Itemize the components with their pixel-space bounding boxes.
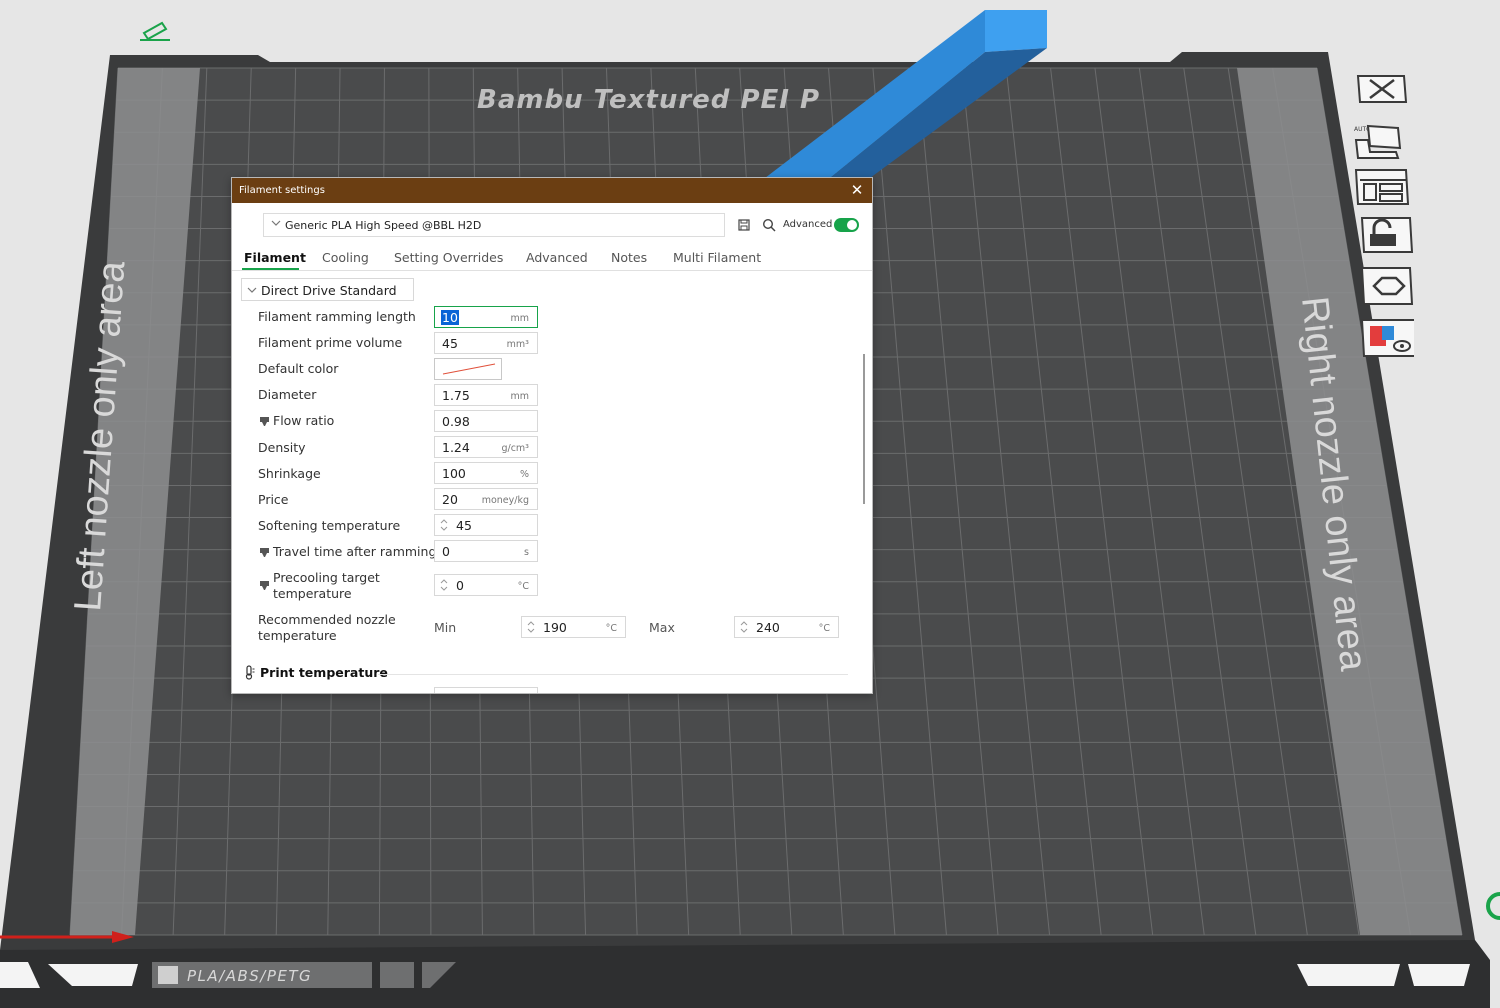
unit-label: °C [605,623,617,634]
spin-arrows-icon[interactable] [440,578,448,592]
dialog-title-bar[interactable]: Filament settings ✕ [232,178,872,203]
extruder-group-label: Direct Drive Standard [261,283,397,298]
unit-label: mm³ [506,339,529,350]
default-color-label: Default color [258,361,339,376]
print-temperature-section-title: Print temperature [260,665,388,680]
tab-notes[interactable]: Notes [611,250,647,265]
shrinkage-label: Shrinkage [258,466,321,481]
density-input[interactable]: 1.24 g/cm³ [434,436,538,458]
nozzle-temp-label-line1: Recommended nozzle [258,612,396,627]
precooling-label-line2: temperature [273,586,352,601]
close-icon[interactable] [1352,72,1414,116]
tab-advanced[interactable]: Advanced [526,250,588,265]
advanced-label: Advanced [783,219,833,230]
plate-name: Bambu Textured PEI P [477,85,820,115]
default-color-swatch[interactable] [434,358,502,380]
nozzle-temp-max-spinner[interactable]: 240 °C [734,616,839,638]
nozzle-temp-label-line2: temperature [258,628,337,643]
max-label: Max [649,620,675,635]
settings-tabs: Filament Cooling Setting Overrides Advan… [232,246,872,271]
advanced-toggle[interactable] [834,218,859,232]
thermometer-icon [245,665,255,680]
softening-temp-value: 45 [456,518,472,533]
filament-settings-dialog: Filament settings ✕ Generic PLA High Spe… [231,177,873,694]
hexagon-icon[interactable] [1352,264,1414,308]
density-value: 1.24 [442,440,470,455]
precooling-temp-value: 0 [456,578,464,593]
unit-label: s [524,547,529,558]
softening-temp-spinner[interactable]: 45 [434,514,538,536]
unit-label: mm [510,313,529,324]
svg-text:PLA/ABS/PETG: PLA/ABS/PETG [187,967,312,985]
price-input[interactable]: 20 money/kg [434,488,538,510]
chevron-down-icon [271,220,281,226]
nozzle-icon [260,581,269,590]
travel-time-input[interactable]: 0 s [434,540,538,562]
preset-dropdown[interactable]: Generic PLA High Speed @BBL H2D [263,213,725,237]
shrinkage-input[interactable]: 100 % [434,462,538,484]
price-label: Price [258,492,289,507]
search-icon[interactable] [762,218,776,232]
spin-arrows-icon[interactable] [740,620,748,634]
nozzle-temp-max-value: 240 [756,620,780,635]
arrange-icon[interactable] [1352,166,1414,210]
lock-icon[interactable] [1352,214,1414,258]
edit-plate-icon[interactable] [140,21,170,41]
flow-ratio-input[interactable]: 0.98 [434,410,538,432]
preset-name: Generic PLA High Speed @BBL H2D [285,219,482,232]
flow-ratio-value: 0.98 [442,414,470,429]
dialog-title: Filament settings [239,185,325,196]
nozzle-icon [260,417,269,426]
ramming-length-value: 10 [441,310,459,325]
prime-volume-label: Filament prime volume [258,335,403,350]
spin-arrows-icon[interactable] [527,620,535,634]
toggle-knob [847,220,857,230]
partial-status-icon [1486,892,1500,920]
nozzle-temp-min-value: 190 [543,620,567,635]
nozzle-temp-min-spinner[interactable]: 190 °C [521,616,626,638]
extruder-group-dropdown[interactable]: Direct Drive Standard [241,278,414,301]
tab-cooling[interactable]: Cooling [322,250,369,265]
unit-label: °C [517,581,529,592]
flow-ratio-label: Flow ratio [273,413,335,428]
unit-label: °C [818,623,830,634]
nozzle-icon [260,548,269,557]
unit-label: money/kg [481,495,529,506]
section-divider [378,674,848,675]
diameter-label: Diameter [258,387,317,402]
next-field-partial[interactable] [434,687,538,693]
price-value: 20 [442,492,458,507]
tab-setting-overrides[interactable]: Setting Overrides [394,250,503,265]
close-dialog-button[interactable]: ✕ [848,181,866,199]
auto-orient-icon[interactable]: AUTO [1352,120,1414,164]
save-icon[interactable] [738,219,750,231]
unit-label: mm [510,391,529,402]
travel-time-value: 0 [442,544,450,559]
prime-volume-value: 45 [442,336,458,351]
no-color-icon [442,363,496,375]
density-label: Density [258,440,306,455]
min-label: Min [434,620,457,635]
prime-volume-input[interactable]: 45 mm³ [434,332,538,354]
precooling-label-line1: Precooling target [273,570,380,585]
unit-label: g/cm³ [501,443,529,454]
ramming-length-input[interactable]: 10 mm [434,306,538,328]
tab-multi-filament[interactable]: Multi Filament [673,250,761,265]
scrollbar-thumb[interactable] [863,354,865,504]
chevron-down-icon [247,287,257,293]
tab-filament[interactable]: Filament [244,250,306,265]
unit-label: % [519,469,529,480]
ramming-length-label: Filament ramming length [258,309,416,324]
filament-type-tag: PLA/ABS/PETG [152,962,456,988]
diameter-input[interactable]: 1.75 mm [434,384,538,406]
precooling-temp-spinner[interactable]: 0 °C [434,574,538,596]
travel-time-label: Travel time after ramming [273,544,437,559]
spin-arrows-icon[interactable] [440,518,448,532]
active-tab-indicator [242,268,299,270]
filament-view-icon[interactable] [1352,316,1414,360]
diameter-value: 1.75 [442,388,470,403]
shrinkage-value: 100 [442,466,466,481]
softening-temp-label: Softening temperature [258,518,401,533]
